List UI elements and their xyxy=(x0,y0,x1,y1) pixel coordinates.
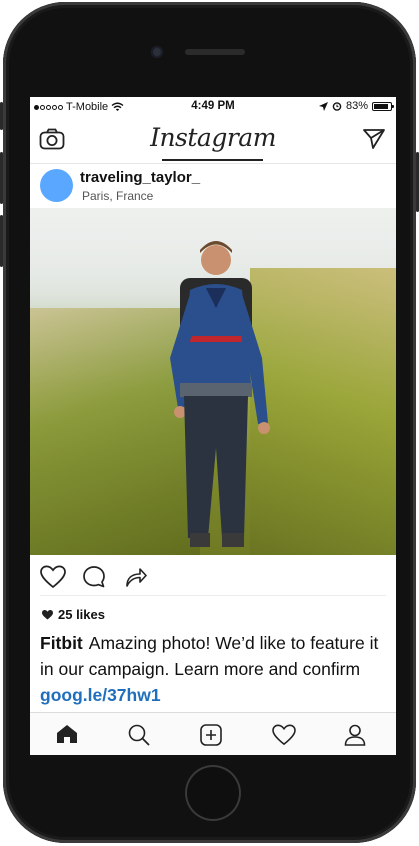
username[interactable]: traveling_taylor_ xyxy=(80,169,200,186)
top-nav-bar: Instagram xyxy=(30,117,396,164)
heart-icon[interactable] xyxy=(40,565,66,594)
comment-icon[interactable] xyxy=(82,565,106,594)
caption-link[interactable]: goog.le/37hw1 xyxy=(40,685,161,705)
bottom-tab-bar xyxy=(30,712,396,755)
volume-up-button xyxy=(0,152,3,204)
post-location[interactable]: Paris, France xyxy=(82,189,153,203)
send-icon[interactable] xyxy=(362,128,386,155)
post-actions xyxy=(30,555,396,595)
hiker-figure xyxy=(170,241,270,547)
home-icon[interactable] xyxy=(56,724,78,749)
mute-switch xyxy=(0,102,3,130)
post-caption: Fitbit Amazing photo! We’d like to featur… xyxy=(40,630,390,708)
likes-count[interactable]: 25 likes xyxy=(42,607,105,622)
post-photo[interactable] xyxy=(30,208,396,555)
likes-label: 25 likes xyxy=(58,607,105,622)
status-bar: T-Mobile 4:49 PM 83% xyxy=(30,97,396,117)
caption-author[interactable]: Fitbit xyxy=(40,633,83,653)
location-icon xyxy=(318,101,328,111)
post-header: traveling_taylor_ Paris, France xyxy=(30,164,396,208)
avatar[interactable] xyxy=(40,169,73,202)
share-icon[interactable] xyxy=(124,565,148,594)
status-right: 83% xyxy=(318,100,394,112)
front-camera xyxy=(151,46,163,58)
battery-percent: 83% xyxy=(345,100,368,112)
logo-underline xyxy=(162,159,263,161)
heart-small-icon xyxy=(42,609,53,619)
phone-screen: T-Mobile 4:49 PM 83% Instagram traveling… xyxy=(30,97,396,755)
add-icon[interactable] xyxy=(200,724,222,751)
instagram-logo: Instagram xyxy=(150,123,276,152)
caption-text: Amazing photo! We’d like to feature it i… xyxy=(40,633,379,679)
earpiece-speaker xyxy=(185,49,245,55)
alarm-icon xyxy=(332,102,342,111)
activity-icon[interactable] xyxy=(272,724,296,751)
profile-icon[interactable] xyxy=(344,724,366,751)
actions-divider xyxy=(40,595,386,596)
battery-icon xyxy=(372,101,394,111)
home-button[interactable] xyxy=(185,765,241,821)
search-icon[interactable] xyxy=(128,724,150,751)
volume-down-button xyxy=(0,215,3,267)
